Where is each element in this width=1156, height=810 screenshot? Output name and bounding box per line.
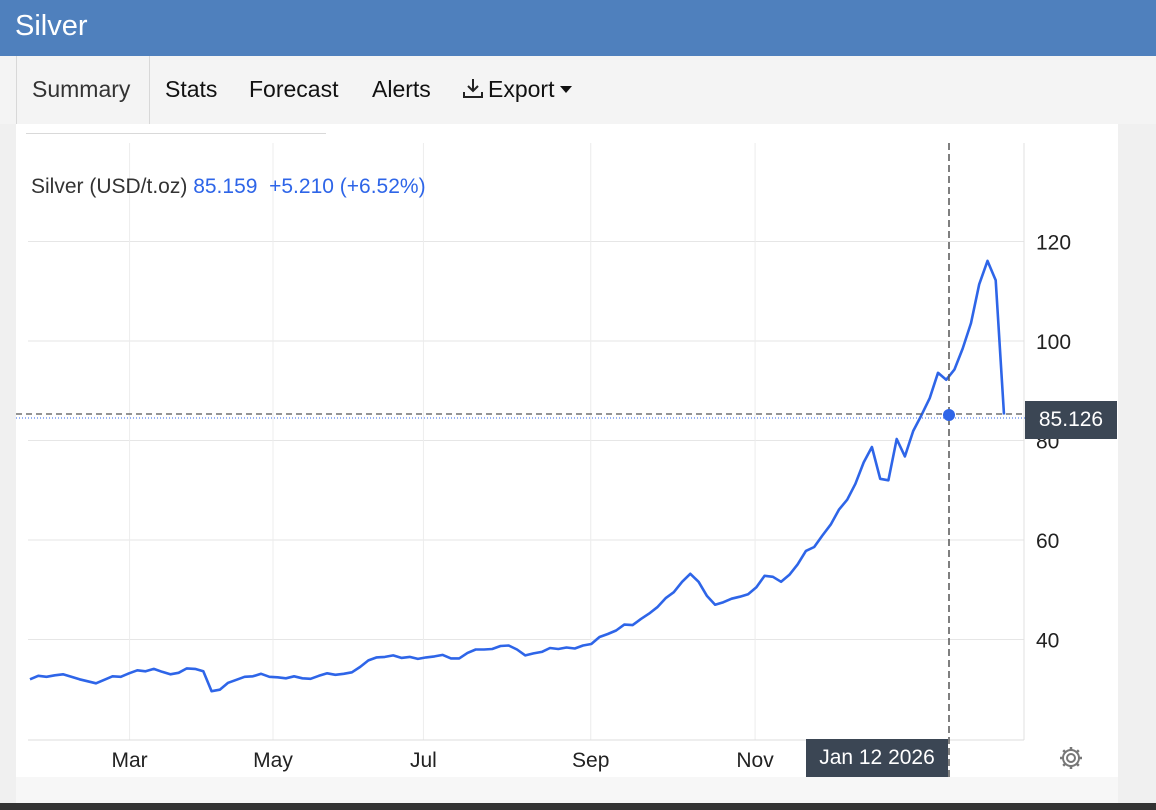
y-tick-label: 60 — [1036, 530, 1059, 553]
y-tick-label: 40 — [1036, 630, 1059, 653]
legend-series-name: Silver (USD/t.oz) — [31, 175, 188, 198]
price-chart[interactable]: 406080100120Mar May Jul Sep Nov — [0, 0, 1156, 810]
legend-price: 85.159 — [193, 175, 258, 198]
crosshair-date-label: Jan 12 2026 — [806, 739, 948, 777]
crosshair-price-label: 85.126 — [1025, 401, 1117, 439]
series-line — [29, 259, 1006, 693]
gear-icon[interactable] — [1058, 745, 1084, 776]
chart-legend: Silver (USD/t.oz) 85.159 +5.210 (+6.52%) — [31, 175, 426, 199]
x-tick-label: May — [253, 749, 293, 772]
x-tick-label: Jul — [410, 749, 437, 772]
y-tick-label: 120 — [1036, 232, 1071, 255]
x-tick-label: Sep — [572, 749, 609, 772]
legend-change: +5.210 — [269, 175, 334, 198]
x-tick-label: Nov — [736, 749, 774, 772]
legend-change-pct: (+6.52%) — [339, 175, 426, 198]
crosshair-marker — [943, 408, 955, 421]
x-tick-label: Mar — [112, 749, 148, 772]
window-bottom-edge — [0, 803, 1156, 810]
y-tick-label: 100 — [1036, 331, 1071, 354]
